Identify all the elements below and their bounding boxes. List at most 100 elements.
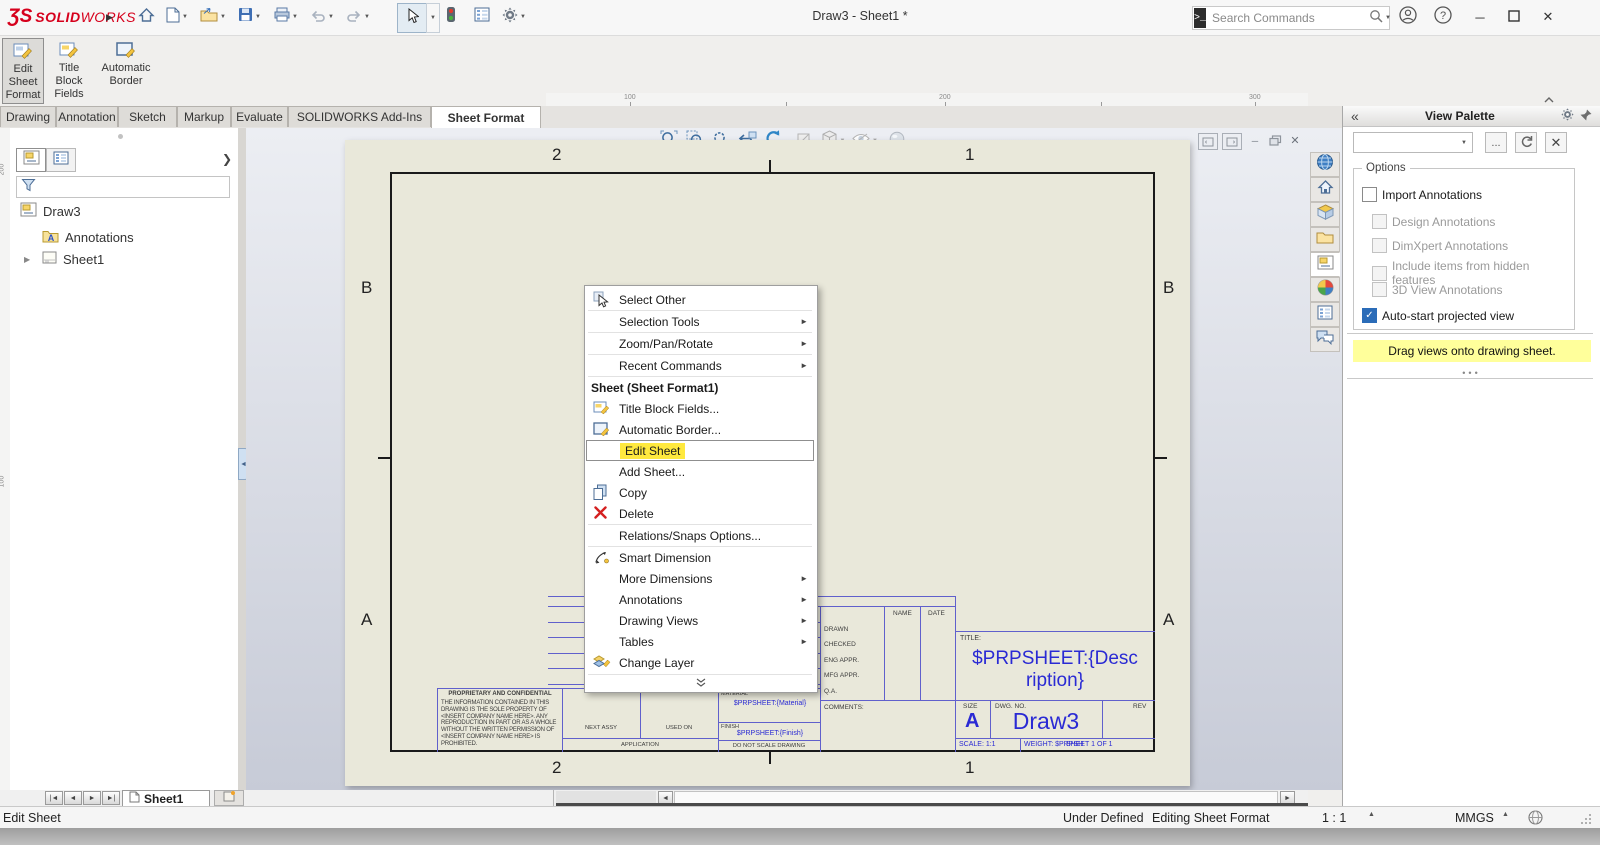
doc-close-button[interactable]: ✕ bbox=[1286, 133, 1304, 148]
maximize-button[interactable] bbox=[1501, 6, 1527, 28]
units-caret-icon[interactable]: ▲ bbox=[1502, 811, 1509, 818]
add-sheet-tab-button[interactable] bbox=[214, 790, 244, 806]
doc-next-window-button[interactable] bbox=[1222, 133, 1242, 150]
welcome-tab[interactable] bbox=[1310, 177, 1340, 202]
appearances-tab[interactable] bbox=[1310, 277, 1340, 302]
menu-item-copy[interactable]: Copy bbox=[586, 482, 814, 503]
view-palette-tab[interactable] bbox=[1310, 252, 1340, 277]
minimize-button[interactable]: ─ bbox=[1467, 6, 1493, 28]
first-sheet-button[interactable]: |◄ bbox=[45, 791, 63, 805]
save-button[interactable]: ▼ bbox=[238, 5, 261, 29]
menu-item-tables[interactable]: Tables ► bbox=[586, 631, 814, 652]
menu-item-annotations[interactable]: Annotations ► bbox=[586, 589, 814, 610]
tab-drawing[interactable]: Drawing bbox=[0, 106, 56, 127]
tb-sheet-of[interactable]: SHEET 1 OF 1 bbox=[1066, 741, 1113, 748]
menu-item-selection-tools[interactable]: Selection Tools ► bbox=[586, 311, 814, 332]
menu-item-title-block-fields[interactable]: Title Block Fields... bbox=[586, 398, 814, 419]
tab-solidworks-add-ins[interactable]: SOLIDWORKS Add-Ins bbox=[288, 106, 431, 127]
status-globe-icon[interactable] bbox=[1528, 810, 1543, 828]
tab-evaluate[interactable]: Evaluate bbox=[231, 106, 288, 127]
redo-caret-icon[interactable]: ▼ bbox=[364, 14, 370, 20]
tree-filter-box[interactable] bbox=[16, 176, 230, 198]
menu-item-relations-snaps-options[interactable]: Relations/Snaps Options... bbox=[586, 525, 814, 546]
tb-dwg-value[interactable]: Draw3 bbox=[990, 708, 1102, 735]
collapse-panel-icon[interactable]: « bbox=[1351, 108, 1359, 124]
print-caret-icon[interactable]: ▼ bbox=[292, 14, 298, 20]
automatic-border-button[interactable]: Automatic Border bbox=[94, 38, 158, 104]
file-properties-button[interactable] bbox=[474, 5, 490, 29]
feature-manager-tab[interactable] bbox=[16, 148, 46, 172]
resize-grip-icon[interactable] bbox=[1580, 813, 1592, 828]
browse-button[interactable]: ... bbox=[1485, 132, 1507, 153]
pin-icon[interactable] bbox=[1580, 109, 1592, 124]
tab-annotation[interactable]: Annotation bbox=[56, 106, 118, 127]
search-commands-box[interactable]: >_ ▼ bbox=[1192, 6, 1390, 30]
interference-button[interactable] bbox=[446, 5, 456, 29]
status-scale[interactable]: 1 : 1 bbox=[1322, 811, 1346, 825]
tb-finish-value[interactable]: $PRPSHEET:{Finish} bbox=[721, 730, 819, 737]
save-caret-icon[interactable]: ▼ bbox=[255, 14, 261, 20]
expand-arrow-icon[interactable]: ▶ bbox=[24, 255, 30, 264]
tab-sketch[interactable]: Sketch bbox=[118, 106, 177, 127]
checkbox-import-annotations[interactable]: Import Annotations bbox=[1362, 187, 1482, 202]
tb-size-value[interactable]: A bbox=[965, 710, 979, 733]
next-sheet-button[interactable]: ► bbox=[83, 791, 101, 805]
panel-resize-dots[interactable]: ••• bbox=[1343, 368, 1600, 378]
forum-tab[interactable] bbox=[1310, 327, 1340, 352]
display-pane-tab[interactable] bbox=[46, 148, 76, 172]
tb-material-value[interactable]: $PRPSHEET:{Material} bbox=[721, 700, 819, 707]
close-button[interactable]: ✕ bbox=[1535, 6, 1561, 28]
search-caret-icon[interactable]: ▼ bbox=[1385, 15, 1391, 21]
checkbox-auto-start-projected-view[interactable]: ✓ Auto-start projected view bbox=[1362, 308, 1514, 323]
panel-handle[interactable] bbox=[118, 134, 123, 139]
design-library-tab[interactable] bbox=[1310, 202, 1340, 227]
refresh-button[interactable] bbox=[1515, 132, 1537, 153]
solidworks-resources-tab[interactable] bbox=[1310, 152, 1340, 177]
panel-gear-icon[interactable] bbox=[1561, 108, 1574, 124]
panel-expand-icon[interactable]: ❯ bbox=[222, 152, 232, 166]
menu-item-add-sheet[interactable]: Add Sheet... bbox=[586, 461, 814, 482]
tree-item-sheet1[interactable]: ▶ Sheet1 bbox=[10, 250, 104, 268]
menu-expand-button[interactable] bbox=[585, 676, 817, 690]
select-tool-button[interactable] bbox=[397, 3, 427, 33]
logo-expand-icon[interactable]: ▶ bbox=[106, 5, 113, 29]
menu-item-more-dimensions[interactable]: More Dimensions ► bbox=[586, 568, 814, 589]
search-icon[interactable] bbox=[1369, 9, 1383, 28]
status-units[interactable]: MMGS bbox=[1455, 811, 1494, 825]
options-button[interactable]: ▼ bbox=[502, 5, 526, 29]
home-button[interactable] bbox=[138, 5, 155, 29]
doc-previous-window-button[interactable] bbox=[1198, 133, 1218, 150]
new-document-button[interactable]: ▼ bbox=[166, 5, 188, 29]
tab-sheet-format[interactable]: Sheet Format bbox=[431, 106, 541, 128]
scale-caret-icon[interactable]: ▲ bbox=[1368, 811, 1375, 818]
custom-properties-tab[interactable] bbox=[1310, 302, 1340, 327]
tree-item-draw3[interactable]: Draw3 bbox=[10, 202, 81, 220]
menu-item-drawing-views[interactable]: Drawing Views ► bbox=[586, 610, 814, 631]
edit-sheet-format-button[interactable]: Edit Sheet Format bbox=[2, 38, 44, 104]
sheet1-tab[interactable]: Sheet1 bbox=[122, 790, 210, 806]
title-block-fields-button[interactable]: Title Block Fields bbox=[46, 38, 92, 104]
menu-item-smart-dimension[interactable]: Smart Dimension bbox=[586, 547, 814, 568]
print-button[interactable]: ▼ bbox=[274, 5, 298, 29]
search-input[interactable] bbox=[1206, 10, 1369, 26]
menu-item-select-other[interactable]: Select Other bbox=[586, 289, 814, 310]
file-explorer-tab[interactable] bbox=[1310, 227, 1340, 252]
tree-item-annotations[interactable]: A Annotations bbox=[10, 228, 134, 246]
undo-caret-icon[interactable]: ▼ bbox=[328, 14, 334, 20]
account-button[interactable] bbox=[1399, 5, 1417, 29]
doc-restore-button[interactable] bbox=[1266, 133, 1284, 148]
clear-button[interactable]: ✕ bbox=[1545, 132, 1567, 153]
menu-item-zoom-pan-rotate[interactable]: Zoom/Pan/Rotate ► bbox=[586, 333, 814, 354]
menu-item-change-layer[interactable]: Change Layer bbox=[586, 652, 814, 673]
configuration-dropdown[interactable]: ▼ bbox=[1353, 132, 1473, 153]
menu-item-delete[interactable]: Delete bbox=[586, 503, 814, 524]
undo-button[interactable]: ▼ bbox=[310, 5, 334, 29]
previous-sheet-button[interactable]: ◄ bbox=[64, 791, 82, 805]
select-tool-caret-icon[interactable]: ▼ bbox=[426, 3, 440, 33]
tb-title-value[interactable]: $PRPSHEET:{Desc bbox=[957, 648, 1153, 670]
tab-markup[interactable]: Markup bbox=[177, 106, 231, 127]
options-caret-icon[interactable]: ▼ bbox=[520, 14, 526, 20]
last-sheet-button[interactable]: ►| bbox=[102, 791, 120, 805]
tb-title-value2[interactable]: ription} bbox=[957, 670, 1153, 692]
open-caret-icon[interactable]: ▼ bbox=[220, 14, 226, 20]
